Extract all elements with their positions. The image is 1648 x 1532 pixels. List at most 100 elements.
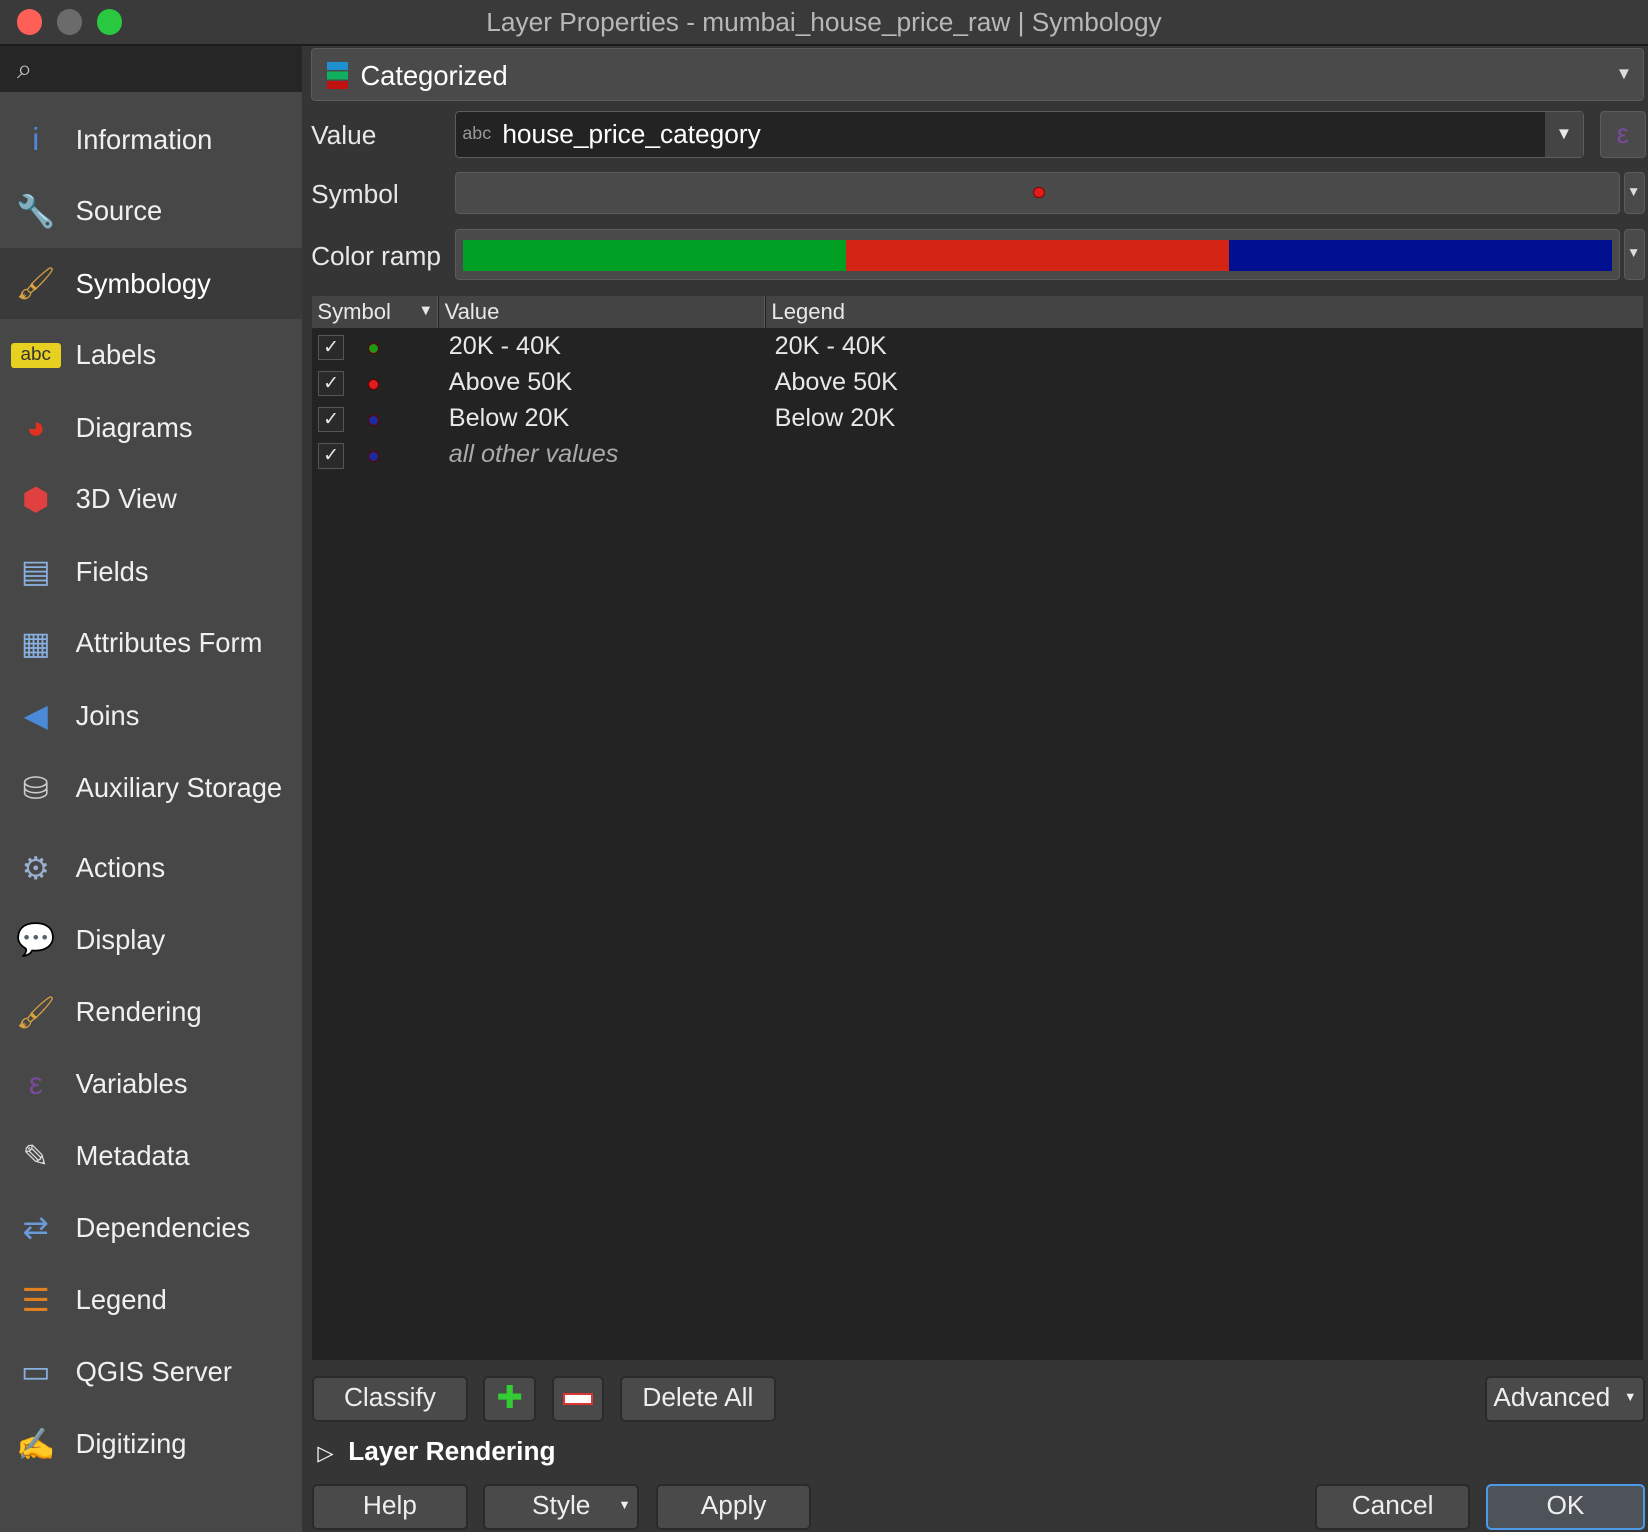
sidebar-search-input[interactable]: ⌕	[0, 46, 302, 93]
column-header-value[interactable]: Value	[439, 296, 766, 328]
table-row[interactable]: ✓ Above 50K Above 50K	[312, 366, 1643, 402]
category-checkbox[interactable]: ✓	[318, 443, 344, 469]
display-icon: 💬	[16, 921, 56, 958]
sidebar-item-label: Information	[75, 123, 213, 155]
sort-indicator-icon: ▼	[418, 303, 434, 320]
value-field-select[interactable]: abc house_price_category ▼	[455, 111, 1584, 158]
sidebar-item-3d-view[interactable]: ⬢ 3D View	[0, 463, 302, 534]
sidebar-item-label: Variables	[75, 1067, 188, 1099]
sidebar-item-label: Source	[75, 195, 163, 227]
minimize-window-button[interactable]	[56, 9, 82, 35]
sidebar-item-source[interactable]: 🔧 Source	[0, 176, 302, 247]
category-symbol-icon	[367, 378, 380, 391]
expression-button[interactable]: ε	[1599, 111, 1646, 158]
add-category-button[interactable]: ✚	[483, 1375, 536, 1422]
sidebar-item-metadata[interactable]: ✎ Metadata	[0, 1120, 302, 1191]
category-value: Below 20K	[448, 404, 570, 433]
zoom-window-button[interactable]	[96, 9, 122, 35]
category-legend: Below 20K	[774, 404, 896, 433]
sidebar-item-diagrams[interactable]: ◕ Diagrams	[0, 392, 302, 463]
style-label: Style	[532, 1490, 591, 1520]
category-checkbox[interactable]: ✓	[318, 335, 344, 361]
table-row[interactable]: ✓ 20K - 40K 20K - 40K	[312, 330, 1643, 366]
auxiliary-storage-icon: ⛁	[22, 769, 49, 806]
symbol-menu-button[interactable]: ▼	[1623, 172, 1645, 215]
style-button[interactable]: Style ▼	[483, 1484, 639, 1531]
disclosure-triangle-icon: ▷	[317, 1441, 334, 1465]
sidebar-item-label: Display	[75, 923, 166, 955]
close-window-button[interactable]	[16, 9, 43, 35]
sidebar-item-label: Attributes Form	[75, 627, 263, 659]
sidebar-item-label: Actions	[75, 852, 166, 884]
layer-rendering-toggle[interactable]: ▷ Layer Rendering	[317, 1436, 555, 1467]
sidebar-item-rendering[interactable]: 🖌 Rendering	[0, 976, 302, 1047]
color-ramp-stop	[463, 239, 847, 272]
sidebar-item-variables[interactable]: ε Variables	[0, 1048, 302, 1119]
category-checkbox[interactable]: ✓	[318, 407, 344, 433]
color-ramp-button[interactable]	[455, 229, 1620, 280]
sidebar-item-qgis-server[interactable]: ▭ QGIS Server	[0, 1336, 302, 1407]
sidebar-item-label: Dependencies	[75, 1211, 251, 1243]
color-ramp-label: Color ramp	[311, 240, 441, 271]
table-row[interactable]: ✓ all other values	[312, 438, 1643, 474]
table-row[interactable]: ✓ Below 20K Below 20K	[312, 402, 1643, 438]
remove-category-button[interactable]	[551, 1375, 605, 1422]
sidebar-item-digitizing[interactable]: ✍ Digitizing	[0, 1408, 302, 1479]
sidebar-item-legend[interactable]: ☰ Legend	[0, 1264, 302, 1335]
minus-icon	[563, 1392, 593, 1406]
sidebar-item-symbology[interactable]: 🖌 Symbology	[0, 248, 302, 320]
window-title: Layer Properties - mumbai_house_price_ra…	[486, 7, 1162, 37]
sidebar-item-labels[interactable]: abc Labels	[0, 319, 302, 390]
ok-button[interactable]: OK	[1486, 1484, 1645, 1531]
symbology-icon: 🖌	[15, 265, 56, 302]
sidebar-item-attributes-form[interactable]: ▦ Attributes Form	[0, 607, 302, 678]
symbol-label: Symbol	[311, 178, 399, 209]
symbol-button[interactable]	[455, 172, 1620, 215]
sidebar: ⌕ i Information 🔧 Source 🖌 Symbology abc Labels…	[0, 46, 302, 1532]
category-symbol-icon	[367, 450, 380, 463]
classify-button[interactable]: Classify	[312, 1375, 468, 1422]
renderer-type-label: Categorized	[360, 59, 508, 91]
sidebar-item-label: Digitizing	[75, 1428, 187, 1460]
sidebar-item-label: Legend	[75, 1284, 167, 1316]
sidebar-item-fields[interactable]: ▤ Fields	[0, 536, 302, 607]
apply-button[interactable]: Apply	[655, 1484, 812, 1531]
sidebar-item-label: Labels	[75, 339, 157, 371]
color-ramp-stop	[846, 239, 1230, 272]
value-label: Value	[311, 119, 377, 150]
help-button[interactable]: Help	[312, 1484, 468, 1531]
sidebar-item-joins[interactable]: ◀ Joins	[0, 680, 302, 751]
title-bar: Layer Properties - mumbai_house_price_ra…	[0, 0, 1648, 47]
sidebar-item-information[interactable]: i Information	[0, 104, 302, 175]
variables-icon: ε	[28, 1065, 43, 1102]
metadata-icon: ✎	[22, 1137, 49, 1174]
sidebar-item-label: 3D View	[75, 483, 177, 515]
advanced-button[interactable]: Advanced ▼	[1485, 1375, 1645, 1422]
chevron-down-icon: ▼	[1545, 112, 1583, 157]
source-icon: 🔧	[16, 192, 56, 229]
header-label: Value	[444, 299, 500, 325]
dependencies-icon: ⇄	[22, 1209, 49, 1246]
sidebar-item-dependencies[interactable]: ⇄ Dependencies	[0, 1192, 302, 1263]
info-icon: i	[32, 121, 40, 158]
sidebar-item-auxiliary-storage[interactable]: ⛁ Auxiliary Storage	[0, 753, 302, 824]
symbol-preview-icon	[1033, 187, 1045, 199]
plus-icon: ✚	[496, 1378, 523, 1415]
fields-icon: ▤	[20, 553, 51, 590]
column-header-symbol[interactable]: Symbol ▼	[312, 296, 439, 328]
sidebar-item-label: QGIS Server	[75, 1355, 232, 1387]
delete-all-button[interactable]: Delete All	[620, 1375, 776, 1422]
sidebar-item-display[interactable]: 💬 Display	[0, 904, 302, 975]
qgis-server-icon: ▭	[20, 1353, 51, 1390]
category-checkbox[interactable]: ✓	[318, 371, 344, 397]
field-type-badge: abc	[462, 122, 492, 143]
color-ramp-menu-button[interactable]: ▼	[1623, 229, 1645, 280]
category-value: 20K - 40K	[448, 332, 561, 361]
search-icon: ⌕	[16, 52, 33, 84]
renderer-type-select[interactable]: Categorized ▼	[311, 48, 1644, 101]
column-header-legend[interactable]: Legend	[766, 296, 1643, 328]
3d-view-icon: ⬢	[21, 480, 50, 517]
sidebar-item-actions[interactable]: ⚙ Actions	[0, 832, 302, 903]
cancel-button[interactable]: Cancel	[1314, 1484, 1471, 1531]
digitizing-icon: ✍	[16, 1425, 56, 1462]
